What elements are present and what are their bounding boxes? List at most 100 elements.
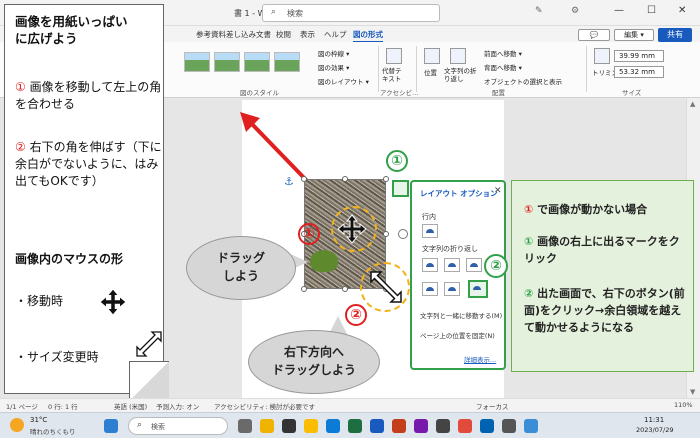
drag-hint-bubble: ドラッグ しよう [186, 236, 296, 300]
wrap-behind-icon[interactable] [444, 282, 460, 296]
search-box[interactable]: ⌕ 検索 [262, 4, 440, 22]
rotate-handle-icon[interactable] [398, 229, 408, 239]
layout-options-icon[interactable] [392, 180, 409, 197]
edit-mode-button[interactable]: 編集 ▾ [614, 29, 654, 41]
app-icon[interactable] [480, 419, 494, 433]
app-icon[interactable] [458, 419, 472, 433]
share-button[interactable]: 共有 [658, 28, 692, 42]
resize-cursor-icon [136, 331, 162, 357]
start-icon[interactable] [104, 419, 118, 433]
crop-icon[interactable] [594, 48, 610, 64]
fallback-heading-number: ① [524, 203, 534, 216]
app-icon[interactable] [502, 419, 516, 433]
fallback-step-1-number: ① [524, 235, 534, 248]
minimize-button[interactable]: — [614, 5, 624, 16]
divider [378, 46, 379, 92]
picture-effects-button[interactable]: 図の効果 ▾ [318, 62, 349, 72]
wrap-square-icon[interactable] [422, 258, 438, 272]
wrap-text-icon[interactable] [450, 48, 466, 64]
alt-text-label: 代替テ キスト [382, 67, 402, 83]
picture-layout-button[interactable]: 図のレイアウト ▾ [318, 76, 369, 86]
resize-cursor-icon [370, 271, 402, 303]
close-button[interactable]: ✕ [678, 5, 686, 16]
resize-label: ・サイズ変更時 [15, 350, 99, 364]
tab-mailings[interactable]: 差し込み文書 [226, 29, 271, 40]
drag-hint-line2: しよう [222, 269, 259, 283]
weather-icon[interactable] [10, 418, 24, 432]
line-count: 0 行: 1 行 [48, 403, 78, 411]
focus-mode[interactable]: フォーカス [476, 401, 509, 411]
fallback-step-1-text: 画像の右上に出るマークをクリック [524, 235, 680, 265]
app-icon[interactable] [436, 419, 450, 433]
taskbar-search[interactable]: ⌕ 検索 [128, 417, 228, 435]
wrap-tight-icon[interactable] [444, 258, 460, 272]
tab-review[interactable]: 校閲 [276, 29, 291, 40]
tab-help[interactable]: ヘルプ [324, 29, 347, 40]
layout-panel-title: レイアウト オプション [420, 189, 498, 198]
app-icon[interactable] [524, 419, 538, 433]
edge-icon[interactable] [326, 419, 340, 433]
chrome-icon[interactable] [304, 419, 318, 433]
gear-icon[interactable]: ⚙ [571, 6, 579, 16]
style-thumb[interactable] [184, 52, 210, 72]
details-link[interactable]: 詳細表示... [464, 354, 496, 364]
instruction-title-line2: に広げよう [15, 31, 78, 46]
step-2-text: 右下の角を伸ばす（下に余白がでないように、はみ出てもOKです） [15, 140, 162, 188]
tab-references[interactable]: 参考資料 [196, 29, 226, 40]
media-icon[interactable] [282, 419, 296, 433]
excel-icon[interactable] [348, 419, 362, 433]
onenote-icon[interactable] [414, 419, 428, 433]
comment-button[interactable]: 💬 [578, 29, 610, 41]
predictive-input: 予測入力: オン [156, 403, 200, 411]
resize-handle[interactable] [383, 176, 389, 182]
clock-date[interactable]: 2023/07/29 [636, 426, 673, 434]
resize-handle[interactable] [301, 176, 307, 182]
picture-border-button[interactable]: 図の枠線 ▾ [318, 48, 349, 58]
divider [586, 46, 587, 92]
group-label-arrange: 配置 [492, 89, 505, 97]
position-label: 位置 [424, 69, 437, 77]
file-explorer-icon[interactable] [260, 419, 274, 433]
style-thumb[interactable] [274, 52, 300, 72]
bring-forward-button[interactable]: 前面へ移動 ▾ [484, 48, 522, 58]
clock-time[interactable]: 11:31 [644, 416, 664, 424]
wrap-through-icon[interactable] [466, 258, 482, 272]
tab-picture-format[interactable]: 図の形式 [353, 29, 383, 43]
resize-handle[interactable] [342, 286, 348, 292]
fallback-heading-text: で画像が動かない場合 [533, 203, 648, 216]
resize-handle[interactable] [383, 231, 389, 237]
language[interactable]: 英語 (米国) [114, 401, 147, 411]
send-backward-button[interactable]: 背面へ移動 ▾ [484, 62, 522, 72]
divider [416, 46, 417, 92]
style-thumb[interactable] [244, 52, 270, 72]
pen-icon[interactable]: ✎ [535, 6, 543, 16]
fallback-step-1: ① 画像の右上に出るマークをクリック [524, 233, 690, 267]
scroll-up-icon[interactable]: ▲ [690, 100, 695, 108]
powerpoint-icon[interactable] [392, 419, 406, 433]
mouse-shape-heading: 画像内のマウスの形 [15, 252, 124, 266]
wrap-in-front-icon[interactable] [468, 280, 488, 298]
comment-icon: 💬 [589, 31, 599, 39]
selection-pane-button[interactable]: オブジェクトの選択と表示 [484, 76, 562, 86]
zoom-level[interactable]: 110% [674, 401, 693, 409]
instruction-title-line1: 画像を用紙いっぱい [15, 14, 128, 29]
radio-fix-position[interactable]: ページ上の位置を固定(N) [420, 330, 504, 340]
position-icon[interactable] [424, 48, 440, 64]
inline-option-icon[interactable] [422, 224, 438, 238]
tab-view[interactable]: 表示 [300, 29, 315, 40]
scroll-down-icon[interactable]: ▼ [690, 388, 695, 396]
resize-handle[interactable] [301, 286, 307, 292]
style-thumb[interactable] [214, 52, 240, 72]
close-icon[interactable]: ✕ [494, 186, 502, 196]
height-field[interactable]: 39.99 mm [614, 50, 664, 62]
maximize-button[interactable]: ☐ [647, 5, 656, 16]
task-view-icon[interactable] [238, 419, 252, 433]
alt-text-icon[interactable] [386, 48, 402, 64]
accessibility-status[interactable]: アクセシビリティ: 検討が必要です [214, 401, 315, 411]
wrap-top-bottom-icon[interactable] [422, 282, 438, 296]
resize-handle[interactable] [342, 176, 348, 182]
word-icon[interactable] [370, 419, 384, 433]
step-number-1-green: ① [386, 150, 408, 172]
radio-move-with-text[interactable]: 文字列と一緒に移動する(M) [420, 310, 504, 320]
width-field[interactable]: 53.32 mm [614, 66, 664, 78]
